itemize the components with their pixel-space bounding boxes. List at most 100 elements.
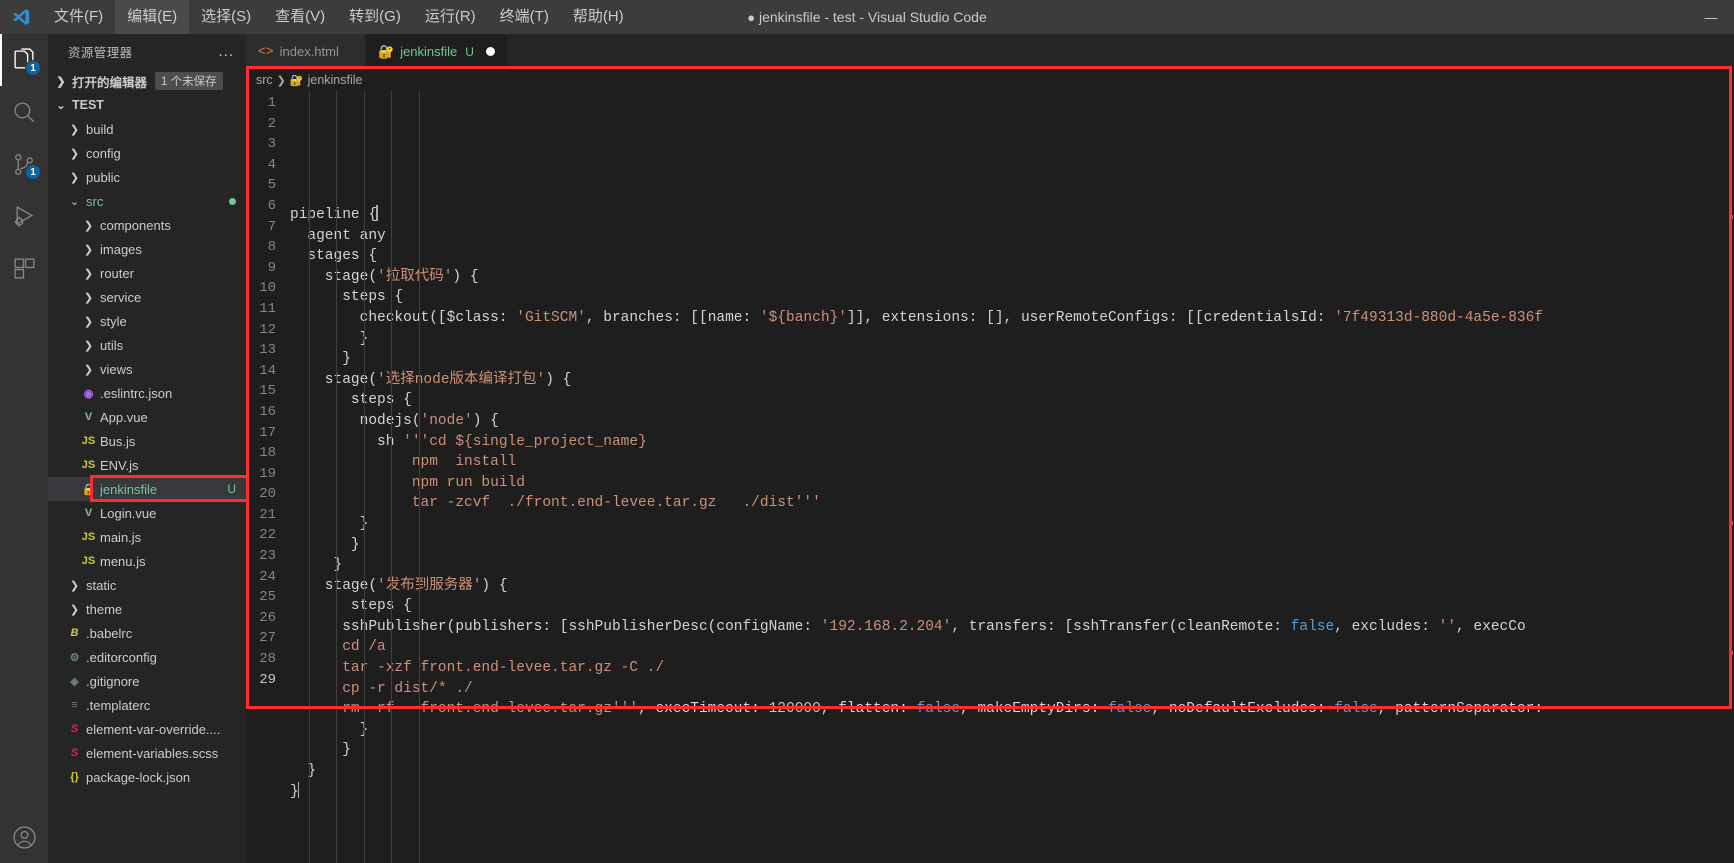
source-control-icon[interactable]: 1	[0, 138, 48, 190]
tree-item--babelrc[interactable]: B .babelrc	[48, 621, 246, 645]
code-token: ) {	[472, 412, 499, 429]
run-and-debug-icon[interactable]	[0, 190, 48, 242]
code-line[interactable]: }	[290, 555, 1734, 576]
tab-dirty-dot[interactable]	[485, 47, 495, 56]
tree-item--gitignore[interactable]: ◈ .gitignore	[48, 669, 246, 693]
code-token: '${banch}'	[759, 309, 847, 326]
workspace-section[interactable]: ⌄ TEST	[48, 93, 246, 117]
tree-item-label: style	[100, 313, 127, 329]
tree-item-build[interactable]: ❯ build	[48, 117, 246, 141]
menu-go[interactable]: 转到(G)	[337, 0, 413, 34]
source-control-badge: 1	[25, 164, 41, 180]
tree-item-images[interactable]: ❯ images	[48, 237, 246, 261]
tree-item-static[interactable]: ❯ static	[48, 573, 246, 597]
code-line[interactable]: npm run build	[290, 473, 1734, 494]
tree-item-app-vue[interactable]: V App.vue	[48, 405, 246, 429]
editor-scrollbar[interactable]	[1720, 91, 1734, 863]
tree-item-label: theme	[86, 601, 123, 617]
tree-item-src[interactable]: ⌄ src	[48, 189, 246, 213]
tree-item-label: Bus.js	[100, 433, 136, 449]
line-number: 18	[259, 445, 276, 462]
breadcrumb-part-src[interactable]: src	[256, 73, 273, 87]
tree-item-main-js[interactable]: JS main.js	[48, 525, 246, 549]
tree-item-utils[interactable]: ❯ utils	[48, 333, 246, 357]
code-line[interactable]: }	[290, 720, 1734, 741]
code-line[interactable]: }	[290, 349, 1734, 370]
tree-item-public[interactable]: ❯ public	[48, 165, 246, 189]
line-number: 23	[259, 548, 276, 565]
code-line[interactable]: steps {	[290, 287, 1734, 308]
code-line[interactable]: npm install	[290, 452, 1734, 473]
tab-jenkinsfile[interactable]: 🔐 jenkinsfile U	[366, 34, 508, 69]
tree-item-package-lock-json[interactable]: {} package-lock.json	[48, 765, 246, 789]
menu-selection[interactable]: 选择(S)	[189, 0, 263, 34]
menu-edit[interactable]: 编辑(E)	[115, 0, 190, 34]
line-number: 1	[267, 95, 276, 111]
tree-item-label: src	[86, 193, 104, 209]
menu-view[interactable]: 查看(V)	[263, 0, 337, 34]
code-line[interactable]: pipeline {	[290, 205, 1734, 226]
code-line[interactable]: }	[290, 781, 1734, 803]
minimize-button[interactable]: —	[1688, 0, 1734, 34]
search-icon[interactable]	[0, 86, 48, 138]
tab-index-html[interactable]: <> index.html	[246, 34, 366, 69]
tree-item--editorconfig[interactable]: ⚙ .editorconfig	[48, 645, 246, 669]
code-content[interactable]: pipeline { agent any stages { stage('拉取代…	[290, 91, 1734, 863]
code-line[interactable]: tar -xzf front.end-levee.tar.gz -C ./	[290, 658, 1734, 679]
code-line[interactable]: cp -r dist/* ./	[290, 679, 1734, 700]
code-line[interactable]: agent any	[290, 226, 1734, 247]
code-line[interactable]: }	[290, 329, 1734, 350]
menu-file[interactable]: 文件(F)	[42, 0, 115, 34]
code-line[interactable]: steps {	[290, 596, 1734, 617]
code-line[interactable]: }	[290, 740, 1734, 761]
tree-item-login-vue[interactable]: V Login.vue	[48, 501, 246, 525]
tree-item-label: build	[86, 121, 114, 137]
line-number: 15	[259, 383, 276, 400]
code-line[interactable]: sshPublisher(publishers: [sshPublisherDe…	[290, 617, 1734, 638]
tree-item-service[interactable]: ❯ service	[48, 285, 246, 309]
tree-item-components[interactable]: ❯ components	[48, 213, 246, 237]
code-line[interactable]: checkout([$class: 'GitSCM', branches: [[…	[290, 308, 1734, 329]
code-line[interactable]: stage('选择node版本编译打包') {	[290, 370, 1734, 391]
code-line[interactable]: steps {	[290, 390, 1734, 411]
extensions-icon[interactable]	[0, 242, 48, 294]
menu-help[interactable]: 帮助(H)	[561, 0, 636, 34]
menu-terminal[interactable]: 终端(T)	[488, 0, 561, 34]
js-icon: JS	[81, 459, 96, 471]
code-line[interactable]: stages {	[290, 246, 1734, 267]
tree-item-element-variables-scss[interactable]: Selement-variables.scss	[48, 741, 246, 765]
tree-item--templaterc[interactable]: ≡ .templaterc	[48, 693, 246, 717]
tree-item-env-js[interactable]: JS ENV.js	[48, 453, 246, 477]
html-icon: <>	[258, 44, 274, 59]
tree-item-theme[interactable]: ❯ theme	[48, 597, 246, 621]
code-line[interactable]: nodejs('node') {	[290, 411, 1734, 432]
code-line[interactable]: }	[290, 514, 1734, 535]
tree-item-router[interactable]: ❯ router	[48, 261, 246, 285]
explorer-icon[interactable]: 1	[0, 34, 48, 86]
code-line[interactable]: }	[290, 761, 1734, 782]
more-actions-icon[interactable]: ...	[214, 43, 238, 60]
menu-run[interactable]: 运行(R)	[413, 0, 488, 34]
tree-item-element-var-override-[interactable]: Selement-var-override....	[48, 717, 246, 741]
tree-item-bus-js[interactable]: JS Bus.js	[48, 429, 246, 453]
tree-item-label: jenkinsfile	[100, 481, 158, 497]
tree-item-views[interactable]: ❯ views	[48, 357, 246, 381]
code-line[interactable]: tar -zcvf ./front.end-levee.tar.gz ./dis…	[290, 493, 1734, 514]
sass-icon: S	[70, 747, 79, 759]
tree-item-menu-js[interactable]: JS menu.js	[48, 549, 246, 573]
tree-item-config[interactable]: ❯ config	[48, 141, 246, 165]
tree-item--eslintrc-json[interactable]: ◉ .eslintrc.json	[48, 381, 246, 405]
code-line[interactable]: sh '''cd ${single_project_name}	[290, 432, 1734, 453]
open-editors-section[interactable]: ❯ 打开的编辑器 1 个未保存	[48, 69, 246, 93]
account-icon[interactable]	[0, 811, 48, 863]
code-editor[interactable]: 1 2 3 4 5 6 7 8 9 10 11 12 13 14 15 16 17 18 19 20 21 22 23 24 2…	[246, 91, 1734, 863]
tree-item-jenkinsfile[interactable]: 🔒 jenkinsfile U	[48, 477, 246, 501]
code-line[interactable]: stage('拉取代码') {	[290, 267, 1734, 288]
breadcrumb-part-file[interactable]: jenkinsfile	[308, 73, 363, 87]
code-line[interactable]: rm -rf front.end-levee.tar.gz''', execTi…	[290, 699, 1734, 720]
code-line[interactable]: cd /a	[290, 637, 1734, 658]
code-line[interactable]: stage('发布到服务器') {	[290, 576, 1734, 597]
code-line[interactable]: }	[290, 535, 1734, 556]
tree-item-label: .babelrc	[86, 625, 133, 641]
tree-item-style[interactable]: ❯ style	[48, 309, 246, 333]
